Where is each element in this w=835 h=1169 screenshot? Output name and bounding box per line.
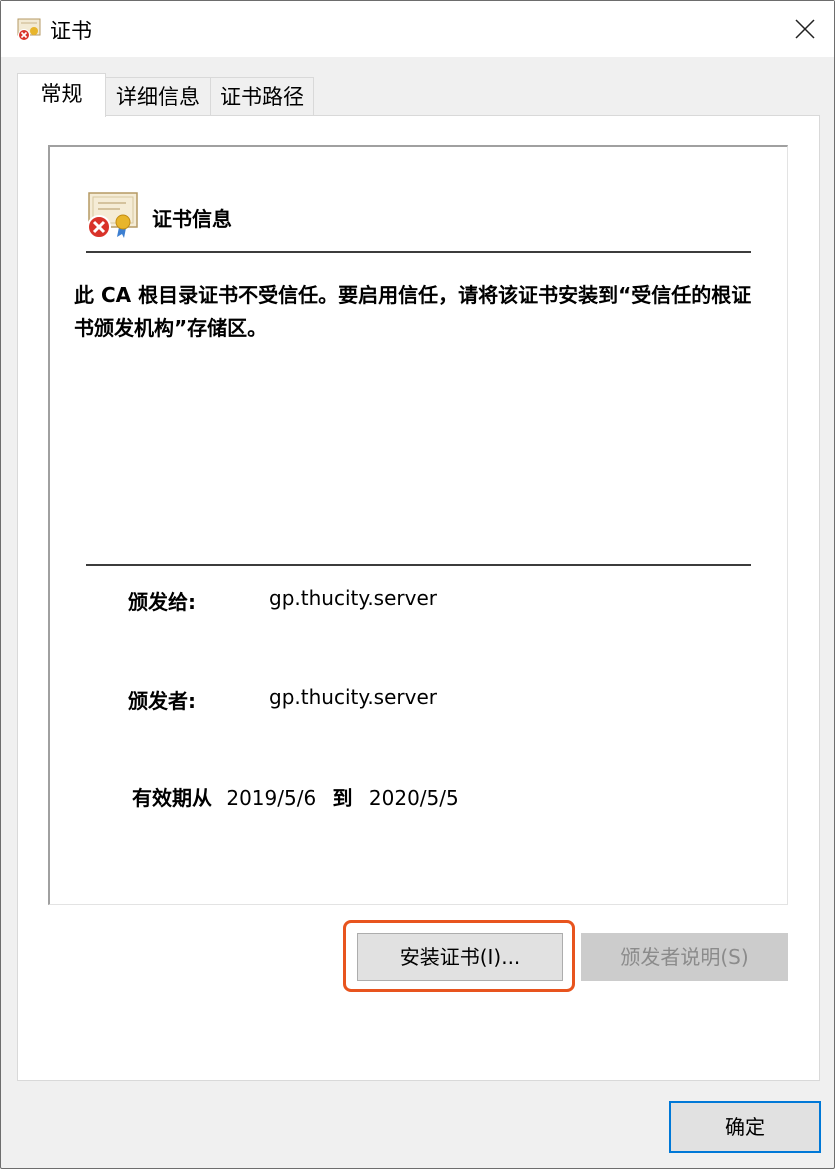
window-title: 证书 [50,19,92,43]
close-icon [795,19,815,39]
valid-from-date: 2019/5/6 [226,786,317,810]
issued-to-value: gp.thucity.server [269,586,437,610]
general-tab-page: 证书信息 此 CA 根目录证书不受信任。要启用信任，请将该证书安装到“受信任的根… [17,115,820,1081]
divider-bottom [86,564,751,566]
close-button[interactable] [776,1,834,57]
valid-to-date: 2020/5/5 [368,786,459,810]
valid-to-label: 到 [332,786,353,810]
divider-top [86,251,751,253]
valid-from-label: 有效期从 [132,786,212,810]
ok-button[interactable]: 确定 [669,1101,821,1153]
certificate-error-icon [17,18,41,41]
certificate-info-panel: 证书信息 此 CA 根目录证书不受信任。要启用信任，请将该证书安装到“受信任的根… [48,145,788,905]
certificate-error-icon [87,192,138,239]
issuer-statement-button: 颁发者说明(S) [581,933,788,981]
issued-by-label: 颁发者: [128,689,196,713]
tab-details[interactable]: 详细信息 [105,77,211,115]
section-title: 证书信息 [152,207,232,231]
certificate-dialog: 证书 常规 详细信息 证书路径 证书信息 此 CA 根目录证书不受信任。要启用信… [0,0,835,1169]
issued-to-label: 颁发给: [128,590,196,614]
validity-row: 有效期从 2019/5/6 到 2020/5/5 [132,782,459,811]
trust-warning-text: 此 CA 根目录证书不受信任。要启用信任，请将该证书安装到“受信任的根证书颁发机… [74,283,752,340]
issued-by-value: gp.thucity.server [269,685,437,709]
tab-general[interactable]: 常规 [17,73,106,117]
title-bar: 证书 [1,1,834,57]
highlight-box [343,920,575,992]
tab-cert-path[interactable]: 证书路径 [210,77,314,115]
